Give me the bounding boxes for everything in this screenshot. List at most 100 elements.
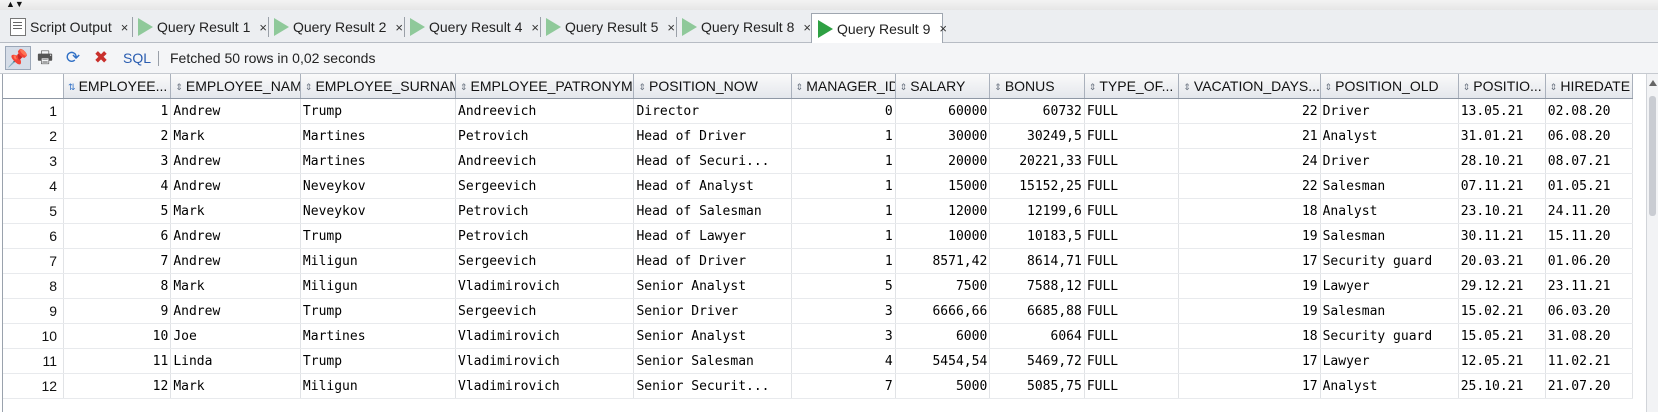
table-cell[interactable]: 1: [63, 98, 172, 124]
table-cell[interactable]: Head of Driver: [633, 123, 792, 149]
table-cell[interactable]: 20221,33: [989, 148, 1085, 174]
table-cell[interactable]: FULL: [1084, 173, 1180, 199]
table-cell[interactable]: Martines: [300, 323, 457, 349]
table-cell[interactable]: 5454,54: [895, 348, 991, 374]
table-cell[interactable]: 12: [63, 373, 172, 399]
table-cell[interactable]: 01.06.20: [1545, 248, 1634, 274]
row-number[interactable]: 11: [3, 348, 65, 374]
table-cell[interactable]: Sergeevich: [455, 298, 635, 324]
table-cell[interactable]: 6000: [895, 323, 991, 349]
table-cell[interactable]: Salesman: [1320, 298, 1459, 324]
table-cell[interactable]: 60000: [895, 98, 991, 124]
table-cell[interactable]: 22: [1178, 173, 1321, 199]
table-cell[interactable]: 15000: [895, 173, 991, 199]
table-row[interactable]: 2 2 Mark Martines Petrovich Head of Driver 1 30…: [3, 123, 1634, 149]
table-cell[interactable]: 15.11.20: [1545, 223, 1634, 249]
column-header[interactable]: ⇕ VACATION_DAYS...: [1178, 74, 1321, 99]
table-cell[interactable]: FULL: [1084, 248, 1180, 274]
close-icon[interactable]: ×: [667, 20, 675, 35]
table-cell[interactable]: 8: [63, 273, 172, 299]
table-cell[interactable]: Andrew: [170, 173, 301, 199]
table-cell[interactable]: Security guard: [1320, 323, 1459, 349]
table-cell[interactable]: 2: [63, 123, 172, 149]
table-cell[interactable]: Joe: [170, 323, 301, 349]
table-cell[interactable]: 10000: [895, 223, 991, 249]
table-cell[interactable]: 1: [791, 198, 896, 224]
table-cell[interactable]: FULL: [1084, 198, 1180, 224]
table-cell[interactable]: 17: [1178, 373, 1321, 399]
table-cell[interactable]: 60732: [989, 98, 1085, 124]
table-cell[interactable]: 29.12.21: [1458, 273, 1546, 299]
table-cell[interactable]: 23.11.21: [1545, 273, 1634, 299]
table-cell[interactable]: 17: [1178, 248, 1321, 274]
table-cell[interactable]: Sergeevich: [455, 173, 635, 199]
table-cell[interactable]: 15.02.21: [1458, 298, 1546, 324]
table-cell[interactable]: Senior Securit...: [633, 373, 792, 399]
table-row[interactable]: 4 4 Andrew Neveykov Sergeevich Head of Analys…: [3, 173, 1634, 199]
table-cell[interactable]: 5469,72: [989, 348, 1085, 374]
table-cell[interactable]: 12000: [895, 198, 991, 224]
table-cell[interactable]: 31.01.21: [1458, 123, 1546, 149]
table-cell[interactable]: 1: [791, 123, 896, 149]
table-cell[interactable]: 30.11.21: [1458, 223, 1546, 249]
table-cell[interactable]: Mark: [170, 123, 301, 149]
table-cell[interactable]: 3: [63, 148, 172, 174]
table-cell[interactable]: Miligun: [300, 373, 457, 399]
table-cell[interactable]: 13.05.21: [1458, 98, 1546, 124]
table-cell[interactable]: 18: [1178, 323, 1321, 349]
table-row[interactable]: 3 3 Andrew Martines Andreevich Head of Securi…: [3, 148, 1634, 174]
close-icon[interactable]: ×: [531, 20, 539, 35]
table-cell[interactable]: 20.03.21: [1458, 248, 1546, 274]
table-cell[interactable]: Andreevich: [455, 148, 635, 174]
table-cell[interactable]: Salesman: [1320, 223, 1459, 249]
table-cell[interactable]: 6666,66: [895, 298, 991, 324]
close-icon[interactable]: ×: [395, 20, 403, 35]
table-cell[interactable]: 1: [791, 248, 896, 274]
row-number[interactable]: 5: [3, 198, 65, 224]
table-cell[interactable]: 25.10.21: [1458, 373, 1546, 399]
table-cell[interactable]: 02.08.20: [1545, 98, 1634, 124]
table-cell[interactable]: Analyst: [1320, 123, 1459, 149]
table-cell[interactable]: Head of Securi...: [633, 148, 792, 174]
column-header[interactable]: ⇕ MANAGER_ID: [791, 74, 896, 99]
row-number[interactable]: 7: [3, 248, 65, 274]
row-number[interactable]: 4: [3, 173, 65, 199]
table-cell[interactable]: Lawyer: [1320, 348, 1459, 374]
close-icon[interactable]: ×: [259, 20, 267, 35]
table-cell[interactable]: 5000: [895, 373, 991, 399]
tab-query-result-4[interactable]: Query Result 4 ×: [404, 13, 541, 41]
table-cell[interactable]: 21.07.20: [1545, 373, 1634, 399]
column-header[interactable]: ⇕ EMPLOYEE_PATRONYMIC: [455, 74, 635, 99]
table-cell[interactable]: Driver: [1320, 148, 1459, 174]
table-cell[interactable]: Vladimirovich: [455, 273, 635, 299]
column-header[interactable]: ⇕ POSITIO...: [1458, 74, 1546, 99]
table-cell[interactable]: FULL: [1084, 223, 1180, 249]
table-cell[interactable]: 8571,42: [895, 248, 991, 274]
table-cell[interactable]: 07.11.21: [1458, 173, 1546, 199]
table-cell[interactable]: Petrovich: [455, 123, 635, 149]
table-cell[interactable]: FULL: [1084, 373, 1180, 399]
table-cell[interactable]: Mark: [170, 373, 301, 399]
table-cell[interactable]: 19: [1178, 273, 1321, 299]
table-cell[interactable]: 3: [791, 323, 896, 349]
table-cell[interactable]: Security guard: [1320, 248, 1459, 274]
table-cell[interactable]: Sergeevich: [455, 248, 635, 274]
tab-query-result-1[interactable]: Query Result 1 ×: [132, 13, 269, 41]
table-cell[interactable]: Petrovich: [455, 198, 635, 224]
row-number[interactable]: 9: [3, 298, 65, 324]
table-cell[interactable]: FULL: [1084, 273, 1180, 299]
table-cell[interactable]: Martines: [300, 123, 457, 149]
column-header[interactable]: ⇕ HIREDATE: [1545, 74, 1634, 99]
table-cell[interactable]: FULL: [1084, 298, 1180, 324]
table-cell[interactable]: 1: [791, 173, 896, 199]
table-row[interactable]: 5 5 Mark Neveykov Petrovich Head of Salesman 1…: [3, 198, 1634, 224]
table-cell[interactable]: 7500: [895, 273, 991, 299]
table-cell[interactable]: 9: [63, 298, 172, 324]
table-cell[interactable]: Senior Analyst: [633, 323, 792, 349]
table-cell[interactable]: 5: [63, 198, 172, 224]
table-cell[interactable]: Analyst: [1320, 373, 1459, 399]
table-cell[interactable]: 5: [791, 273, 896, 299]
table-cell[interactable]: 7588,12: [989, 273, 1085, 299]
table-cell[interactable]: Senior Driver: [633, 298, 792, 324]
table-cell[interactable]: 1: [791, 223, 896, 249]
